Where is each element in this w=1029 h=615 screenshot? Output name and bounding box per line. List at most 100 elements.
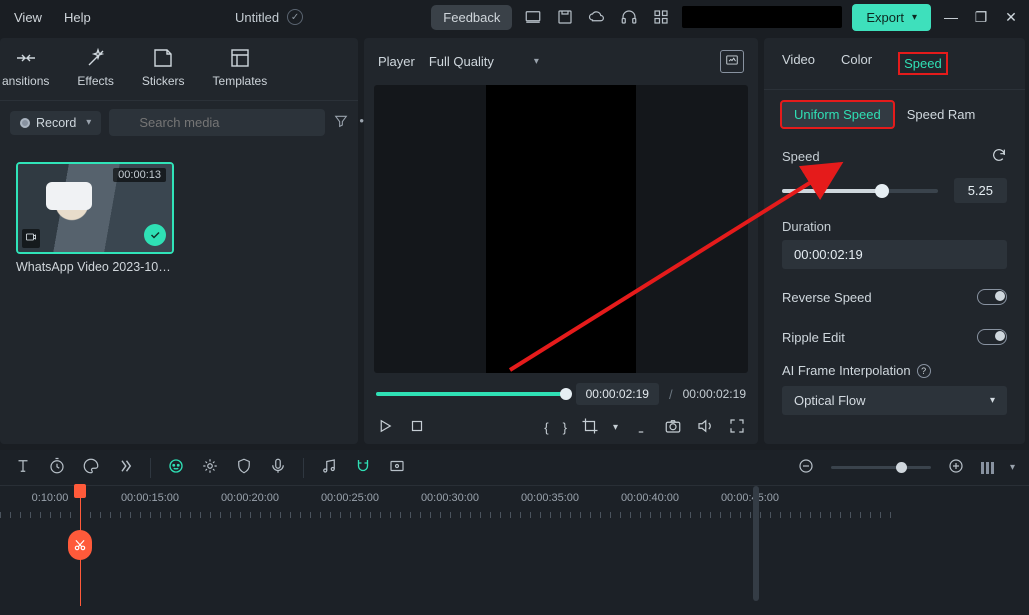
window-close[interactable]: ✕ [1001, 9, 1021, 26]
duration-field[interactable]: 00:00:02:19 [782, 240, 1007, 269]
tab-stickers[interactable]: Stickers [142, 46, 185, 88]
music-icon[interactable] [320, 457, 338, 478]
more-tools-icon[interactable] [116, 457, 134, 478]
window-minimize[interactable]: — [941, 9, 961, 25]
document-title: Untitled ✓ [235, 9, 303, 25]
fullscreen-icon[interactable] [728, 417, 746, 438]
record-button[interactable]: Record ▾ [10, 111, 101, 135]
chevron-down-icon: ▾ [912, 12, 917, 23]
menu-help[interactable]: Help [64, 10, 91, 25]
timeline-scrollbar[interactable] [753, 486, 759, 601]
reverse-speed-toggle[interactable] [977, 289, 1007, 305]
timeline-panel: ▾ 0:10:0000:00:15:0000:00:20:0000:00:25:… [0, 450, 1029, 615]
ruler-label: 00:00:20:00 [200, 492, 300, 504]
export-button[interactable]: Export ▾ [852, 4, 931, 31]
feedback-button[interactable]: Feedback [431, 5, 512, 30]
speed-slider[interactable] [782, 189, 938, 193]
speed-ramp-button[interactable]: Speed Ram [907, 107, 976, 122]
clip-name: WhatsApp Video 2023-10-05... [16, 260, 174, 274]
timer-icon[interactable] [48, 457, 66, 478]
text-tool-icon[interactable] [14, 457, 32, 478]
reverse-speed-label: Reverse Speed [782, 290, 872, 305]
window-maximize[interactable]: ❐ [971, 9, 991, 26]
frame-icon[interactable] [388, 457, 406, 478]
apps-icon[interactable] [650, 6, 672, 28]
mark-out-icon[interactable]: } [563, 420, 567, 435]
help-icon[interactable]: ? [917, 364, 931, 378]
ruler-label: 00:00:30:00 [400, 492, 500, 504]
interpolation-label: AI Frame Interpolation [782, 363, 911, 378]
total-time: 00:00:02:19 [683, 387, 746, 401]
media-clip[interactable]: 00:00:13 [16, 162, 174, 254]
device-icon[interactable] [522, 6, 544, 28]
play-button[interactable] [376, 417, 394, 438]
ruler-label: 00:00:35:00 [500, 492, 600, 504]
video-frame [486, 85, 636, 373]
uniform-speed-button[interactable]: Uniform Speed [780, 100, 895, 129]
magnet-icon[interactable] [354, 457, 372, 478]
stop-button[interactable] [408, 417, 426, 438]
record-icon [20, 118, 30, 128]
chevron-down-icon[interactable]: ▾ [1010, 462, 1015, 473]
player-panel: Player Full Quality ▾ 00:00:02:19 / 00:0… [364, 38, 758, 444]
crop-icon[interactable] [581, 417, 599, 438]
tab-transitions[interactable]: ansitions [2, 46, 49, 88]
ruler-label: 00:00:15:00 [100, 492, 200, 504]
chevron-down-icon: ▾ [534, 56, 539, 67]
zoom-out-icon[interactable] [797, 457, 815, 478]
camera-icon[interactable] [664, 417, 682, 438]
cut-marker[interactable] [68, 530, 92, 560]
media-panel: ansitions Effects Stickers Templates Rec… [0, 38, 358, 444]
snapshot-icon[interactable] [720, 50, 744, 73]
tab-templates[interactable]: Templates [213, 46, 268, 88]
duration-label: Duration [782, 219, 831, 234]
cloud-icon[interactable] [586, 6, 608, 28]
sparkle-icon[interactable] [201, 457, 219, 478]
playback-scrubber[interactable] [376, 392, 566, 396]
title-text: Untitled [235, 10, 279, 25]
ripple-edit-label: Ripple Edit [782, 330, 845, 345]
clip-thumbnail: 00:00:13 [18, 164, 172, 252]
speed-label: Speed [782, 149, 820, 164]
ruler-label: 00:00:25:00 [300, 492, 400, 504]
player-viewport[interactable] [374, 85, 748, 373]
tab-speed[interactable]: Speed [898, 52, 948, 75]
ripple-edit-toggle[interactable] [977, 329, 1007, 345]
timeline-ruler[interactable]: 0:10:0000:00:15:0000:00:20:0000:00:25:00… [0, 486, 1029, 526]
menu-view[interactable]: View [14, 10, 42, 25]
mark-in-icon[interactable]: { [544, 420, 548, 435]
tab-color[interactable]: Color [841, 52, 872, 75]
track-view-icon[interactable] [981, 462, 994, 474]
volume-icon[interactable] [696, 417, 714, 438]
check-icon [144, 224, 166, 246]
video-icon [22, 229, 40, 248]
ruler-label: 00:00:45:00 [700, 492, 800, 504]
interpolation-dropdown[interactable]: Optical Flow ▾ [782, 386, 1007, 415]
search-input[interactable] [109, 109, 325, 136]
palette-icon[interactable] [82, 457, 100, 478]
chevron-down-icon[interactable]: ▾ [613, 422, 618, 433]
quality-dropdown[interactable]: Full Quality ▾ [429, 54, 539, 69]
zoom-slider[interactable] [831, 466, 931, 469]
speed-value[interactable]: 5.25 [954, 178, 1007, 203]
ruler-label: 00:00:40:00 [600, 492, 700, 504]
export-label: Export [866, 10, 904, 25]
chevron-down-icon: ▾ [990, 395, 995, 406]
account-slot [682, 6, 842, 28]
current-time: 00:00:02:19 [576, 383, 659, 405]
mic-icon[interactable] [269, 457, 287, 478]
chevron-down-icon: ▾ [86, 117, 91, 128]
filter-icon[interactable] [333, 113, 349, 132]
reset-icon[interactable] [991, 147, 1007, 166]
save-icon[interactable] [554, 6, 576, 28]
shield-icon[interactable] [235, 457, 253, 478]
display-icon[interactable] [632, 417, 650, 438]
tab-effects[interactable]: Effects [77, 46, 113, 88]
playhead-handle[interactable] [74, 484, 86, 498]
menu-bar: View Help Untitled ✓ Feedback Export ▾ —… [0, 0, 1029, 34]
ai-icon[interactable] [167, 457, 185, 478]
player-label: Player [378, 54, 415, 69]
headphones-icon[interactable] [618, 6, 640, 28]
tab-video[interactable]: Video [782, 52, 815, 75]
zoom-in-icon[interactable] [947, 457, 965, 478]
